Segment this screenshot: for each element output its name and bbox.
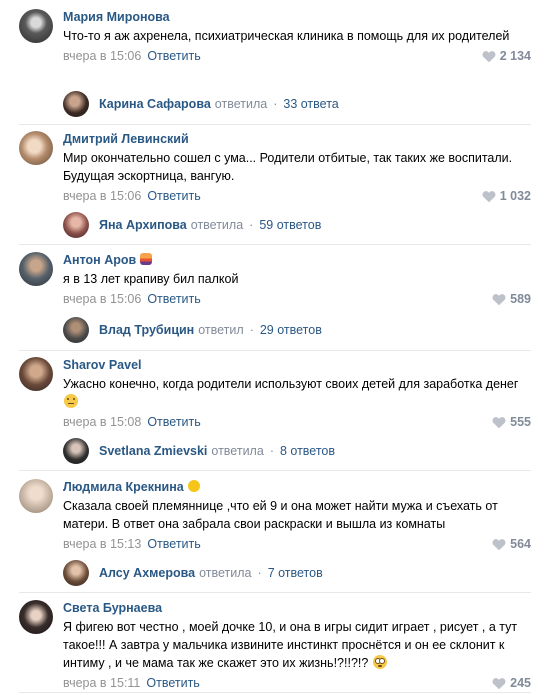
replies-thread[interactable]: Карина Сафарова ответила · 33 ответа <box>63 91 339 117</box>
divider <box>19 244 531 245</box>
thread-author[interactable]: Яна Архипова <box>99 218 187 232</box>
reply-button[interactable]: Ответить <box>147 292 200 306</box>
thread-count[interactable]: 33 ответа <box>283 97 338 111</box>
heart-icon <box>482 190 496 203</box>
thread-author[interactable]: Svetlana Zmievski <box>99 444 207 458</box>
divider <box>19 592 531 593</box>
comment-time[interactable]: вчера в 15:06 <box>63 292 141 306</box>
like-count: 555 <box>510 415 531 429</box>
avatar <box>63 212 89 238</box>
avatar <box>63 91 89 117</box>
separator-dot: · <box>273 97 278 111</box>
thread-count[interactable]: 8 ответов <box>280 444 335 458</box>
comments-feed: Мария Миронова Что-то я аж ахренела, пси… <box>0 0 549 695</box>
comment-author[interactable]: Дмитрий Левинский <box>63 132 189 146</box>
like-count: 2 134 <box>499 49 531 63</box>
comment-author[interactable]: Sharov Pavel <box>63 358 142 372</box>
avatar[interactable] <box>19 131 53 165</box>
heart-icon <box>482 50 496 63</box>
thread-verb: ответила <box>214 97 268 111</box>
comment-text: Что-то я аж ахренела, психиатрическая кл… <box>63 29 510 43</box>
flushed-face-emoji-icon <box>373 655 388 669</box>
heart-icon <box>492 677 506 690</box>
reply-button[interactable]: Ответить <box>146 676 199 690</box>
comment-author[interactable]: Антон Аров <box>63 253 136 267</box>
like-button[interactable]: 555 <box>492 414 531 430</box>
reply-button[interactable]: Ответить <box>147 49 200 63</box>
heart-icon <box>492 538 506 551</box>
chick-emoji-icon <box>187 480 200 492</box>
divider <box>19 692 531 693</box>
thread-author[interactable]: Влад Трубицин <box>99 323 194 337</box>
thread-count[interactable]: 59 ответов <box>259 218 321 232</box>
thread-author[interactable]: Карина Сафарова <box>99 97 211 111</box>
separator-dot: · <box>269 444 274 458</box>
reply-button[interactable]: Ответить <box>147 189 200 203</box>
replies-thread[interactable]: Яна Архипова ответила · 59 ответов <box>63 212 321 238</box>
avatar[interactable] <box>19 600 53 634</box>
comment-text: Мир окончательно сошел с ума... Родители… <box>63 151 513 183</box>
divider <box>19 350 531 351</box>
separator-dot: · <box>257 566 262 580</box>
like-button[interactable]: 564 <box>492 536 531 552</box>
thread-verb: ответила <box>211 444 264 458</box>
avatar <box>63 438 89 464</box>
avatar[interactable] <box>19 357 53 391</box>
heart-icon <box>492 416 506 429</box>
like-button[interactable]: 589 <box>492 291 531 307</box>
comment-author[interactable]: Света Бурнаева <box>63 601 162 615</box>
heart-icon <box>492 293 506 306</box>
comment-text: Ужасно конечно, когда родители использую… <box>63 377 519 391</box>
comment-time[interactable]: вчера в 15:11 <box>63 676 140 690</box>
avatar <box>63 560 89 586</box>
like-count: 589 <box>510 292 531 306</box>
comment-time[interactable]: вчера в 15:06 <box>63 189 141 203</box>
divider <box>19 470 531 471</box>
neutral-face-emoji-icon <box>64 394 78 408</box>
comment-text: я в 13 лет крапиву бил палкой <box>63 272 239 286</box>
replies-thread[interactable]: Svetlana Zmievski ответила · 8 ответов <box>63 438 335 464</box>
avatar <box>63 317 89 343</box>
thread-verb: ответила <box>190 218 244 232</box>
comment-author[interactable]: Людмила Крекнина <box>63 480 184 494</box>
avatar[interactable] <box>19 479 53 513</box>
sunset-emoji-icon <box>140 253 153 265</box>
reply-button[interactable]: Ответить <box>147 537 200 551</box>
thread-author[interactable]: Алсу Ахмерова <box>99 566 195 580</box>
like-button[interactable]: 2 134 <box>482 48 531 64</box>
thread-count[interactable]: 7 ответов <box>268 566 323 580</box>
separator-dot: · <box>249 218 254 232</box>
like-count: 564 <box>510 537 531 551</box>
like-count: 245 <box>510 676 531 690</box>
like-button[interactable]: 1 032 <box>482 188 531 204</box>
thread-count[interactable]: 29 ответов <box>260 323 322 337</box>
divider <box>19 124 531 125</box>
replies-thread[interactable]: Алсу Ахмерова ответила · 7 ответов <box>63 560 323 586</box>
avatar[interactable] <box>19 9 53 43</box>
like-count: 1 032 <box>499 189 531 203</box>
comment-time[interactable]: вчера в 15:08 <box>63 415 141 429</box>
like-button[interactable]: 245 <box>492 675 531 691</box>
comment-time[interactable]: вчера в 15:06 <box>63 49 141 63</box>
comment-text: Я фигею вот честно , моей дочке 10, и он… <box>63 620 518 670</box>
comment-author[interactable]: Мария Миронова <box>63 10 170 24</box>
avatar[interactable] <box>19 252 53 286</box>
reply-button[interactable]: Ответить <box>147 415 200 429</box>
thread-verb: ответил <box>198 323 244 337</box>
comment-text: Сказала своей племяннице ,что ей 9 и она… <box>63 499 498 531</box>
comment-time[interactable]: вчера в 15:13 <box>63 537 141 551</box>
replies-thread[interactable]: Влад Трубицин ответил · 29 ответов <box>63 317 322 343</box>
thread-verb: ответила <box>199 566 252 580</box>
separator-dot: · <box>249 323 254 337</box>
